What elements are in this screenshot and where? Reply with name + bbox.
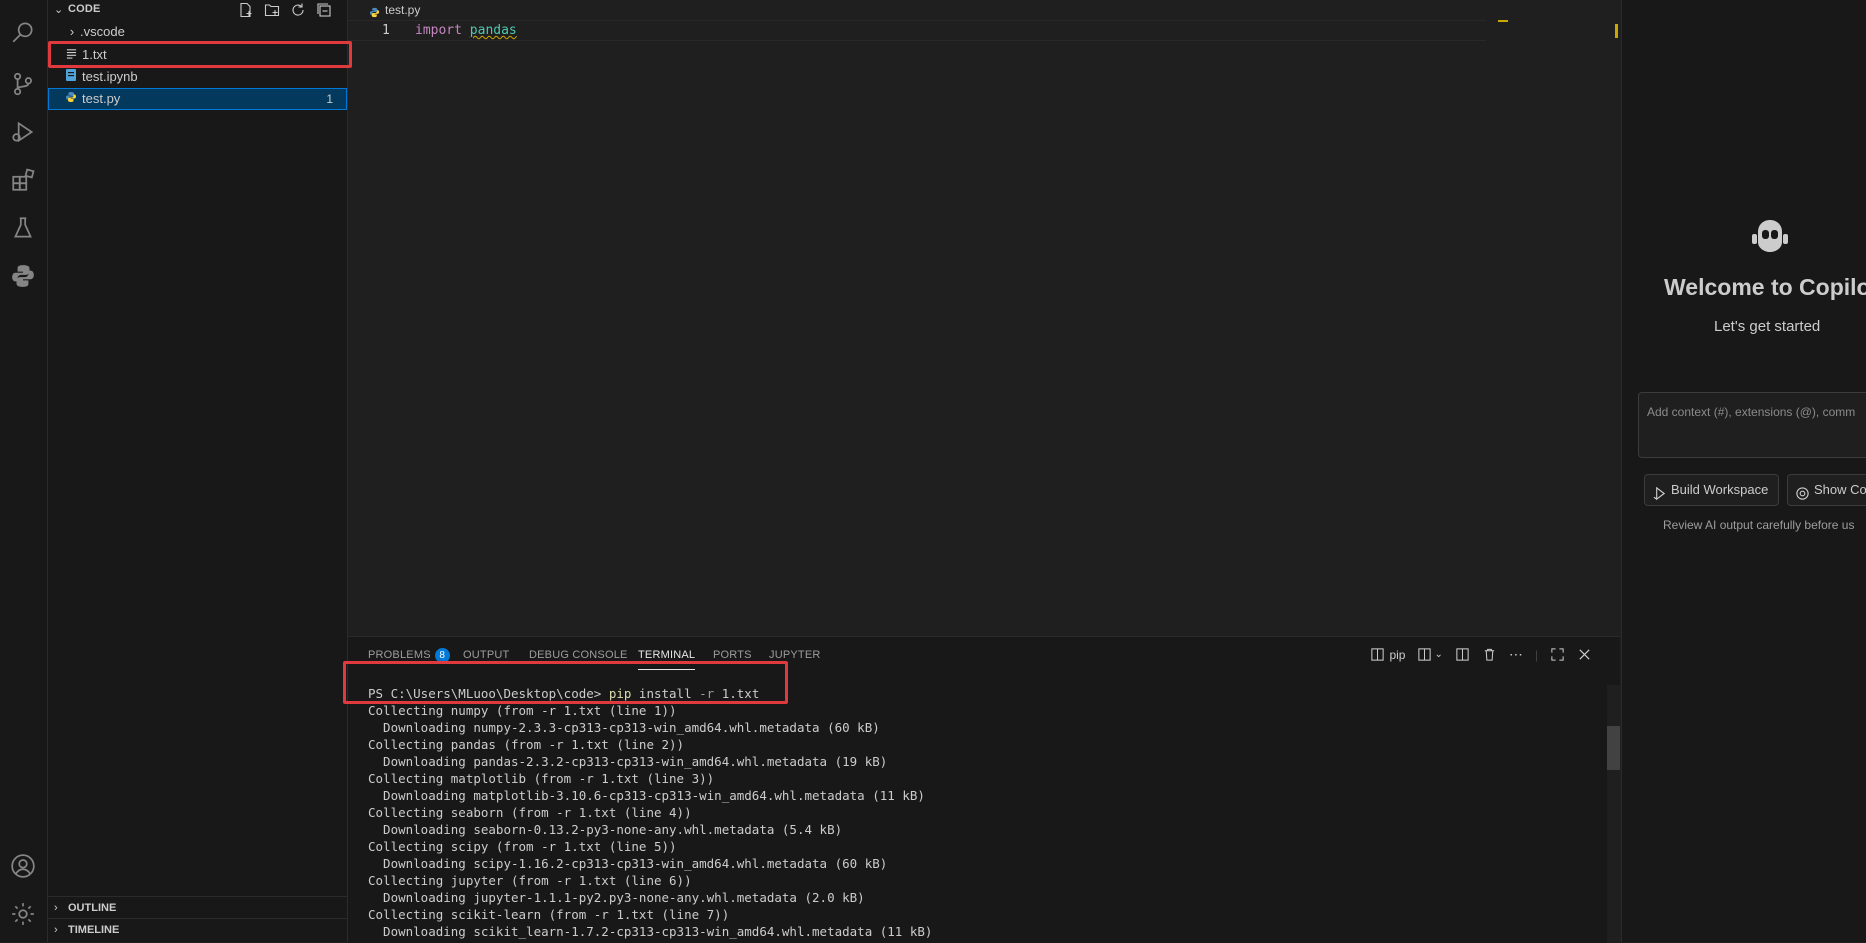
close-panel-button[interactable]: [1577, 647, 1592, 662]
explorer-header[interactable]: ⌄ CODE: [48, 0, 347, 20]
gear-icon: [1795, 482, 1810, 512]
terminal-icon: [1371, 648, 1385, 661]
editor-area: test.py 1 import pandas: [348, 0, 1620, 636]
build-icon: [1652, 482, 1667, 512]
tree-item-test-py[interactable]: test.py 1: [48, 88, 347, 110]
module-token: pandas: [469, 23, 517, 38]
terminal-selector[interactable]: pip: [1370, 647, 1405, 662]
timeline-section[interactable]: › TIMELINE: [48, 918, 347, 941]
terminal-line: Downloading seaborn-0.13.2-py3-none-any.…: [368, 822, 843, 837]
problems-count-badge: 1: [326, 92, 333, 106]
explorer-sidebar: ⌄ CODE › .vscode 1.txt test.ipynb test.p…: [48, 0, 348, 942]
close-icon: [1579, 649, 1590, 660]
kill-terminal-button[interactable]: [1482, 647, 1497, 662]
more-actions-button[interactable]: ⋯: [1509, 646, 1523, 663]
terminal-line: Collecting seaborn (from -r 1.txt (line …: [368, 805, 692, 820]
tree-item-test-ipynb[interactable]: test.ipynb: [48, 66, 347, 88]
editor-scrollbar[interactable]: [1606, 20, 1620, 636]
python-icon[interactable]: [9, 262, 37, 290]
tree-item-label: .vscode: [80, 24, 125, 39]
toolbar-divider: |: [1534, 647, 1538, 662]
terminal-scrollbar[interactable]: [1607, 685, 1620, 943]
extensions-icon[interactable]: [9, 166, 37, 194]
tree-item-vscode[interactable]: › .vscode: [48, 21, 347, 43]
maximize-panel-button[interactable]: [1550, 647, 1565, 662]
new-terminal-dropdown[interactable]: ⌄: [1417, 647, 1443, 662]
ellipsis-icon: ⋯: [1508, 646, 1523, 662]
build-workspace-button[interactable]: Build Workspace: [1644, 474, 1780, 506]
tree-item-label: test.ipynb: [82, 69, 138, 84]
breadcrumb-test-py[interactable]: test.py: [348, 0, 420, 20]
notebook-file-icon: [64, 66, 78, 88]
copilot-chat-panel: Welcome to Copilo Let's get started Add …: [1621, 0, 1866, 942]
testing-icon[interactable]: [9, 214, 37, 242]
tree-item-label: test.py: [82, 91, 121, 106]
new-file-icon[interactable]: [237, 1, 255, 19]
chat-input[interactable]: Add context (#), extensions (@), comm: [1638, 392, 1866, 458]
chevron-down-icon: ⌄: [54, 4, 64, 16]
trash-icon: [1484, 648, 1495, 661]
tab-label: PROBLEMS: [368, 649, 431, 661]
chip-label: Show Co: [1814, 482, 1866, 497]
code-line-1[interactable]: 1 import pandas: [348, 20, 1486, 41]
python-file-icon: [64, 88, 78, 110]
terminal-line: Downloading matplotlib-3.10.6-cp313-cp31…: [368, 788, 925, 803]
line-number: 1: [382, 23, 390, 38]
warning-marker: [1498, 20, 1508, 22]
chip-label: Build Workspace: [1671, 482, 1769, 497]
chat-subtitle: Let's get started: [1714, 318, 1821, 335]
code-text: import pandas: [415, 21, 517, 40]
terminal-line: Downloading numpy-2.3.3-cp313-cp313-win_…: [368, 720, 880, 735]
keyword-token: import: [415, 23, 462, 38]
explorer-toolbar: [237, 1, 333, 19]
section-label: TIMELINE: [68, 924, 120, 936]
split-layout-icon: [1418, 648, 1432, 661]
run-debug-icon[interactable]: [9, 118, 37, 146]
terminal-name: pip: [1389, 647, 1406, 662]
terminal-line: Downloading scikit_learn-1.7.2-cp313-cp3…: [368, 924, 933, 939]
new-folder-icon[interactable]: [263, 1, 281, 19]
outline-section[interactable]: › OUTLINE: [48, 896, 347, 919]
terminal-output[interactable]: PS C:\Users\MLuoo\Desktop\code> pip inst…: [368, 685, 932, 940]
terminal-line: Downloading jupyter-1.1.1-py2.py3-none-a…: [368, 890, 865, 905]
refresh-icon[interactable]: [289, 1, 307, 19]
section-label: OUTLINE: [68, 902, 117, 914]
terminal-line: Collecting jupyter (from -r 1.txt (line …: [368, 873, 692, 888]
terminal-line: Collecting scikit-learn (from -r 1.txt (…: [368, 907, 730, 922]
terminal-line: Collecting matplotlib (from -r 1.txt (li…: [368, 771, 715, 786]
activity-bar: [0, 0, 48, 942]
source-control-icon[interactable]: [9, 70, 37, 98]
copilot-icon: [1750, 218, 1790, 257]
terminal-line: Downloading pandas-2.3.2-cp313-cp313-win…: [368, 754, 888, 769]
search-icon[interactable]: [9, 18, 37, 46]
account-icon[interactable]: [9, 852, 37, 880]
show-config-button[interactable]: Show Co: [1787, 474, 1866, 506]
annotation-box-pip-command: [343, 661, 788, 704]
split-icon: [1456, 648, 1469, 661]
annotation-box-1-txt: [48, 41, 352, 68]
chat-disclaimer: Review AI output carefully before us: [1663, 518, 1855, 532]
scrollbar-thumb[interactable]: [1607, 726, 1620, 770]
chevron-right-icon: ›: [54, 924, 58, 936]
terminal-line: Collecting numpy (from -r 1.txt (line 1)…: [368, 703, 677, 718]
panel-toolbar: pip ⌄ ⋯ |: [1370, 646, 1592, 663]
split-terminal-button[interactable]: [1455, 647, 1470, 662]
chevron-right-icon: ›: [69, 24, 75, 39]
settings-gear-icon[interactable]: [9, 900, 37, 928]
scroll-warning-tick: [1615, 24, 1618, 38]
chevron-down-icon: ⌄: [1434, 649, 1443, 660]
terminal-line: Downloading scipy-1.16.2-cp313-cp313-win…: [368, 856, 888, 871]
chat-input-placeholder: Add context (#), extensions (@), comm: [1647, 405, 1856, 419]
chevron-right-icon: ›: [54, 902, 58, 914]
terminal-line: Collecting scipy (from -r 1.txt (line 5)…: [368, 839, 677, 854]
chat-welcome-title: Welcome to Copilo: [1664, 274, 1866, 300]
maximize-icon: [1551, 648, 1564, 661]
collapse-all-icon[interactable]: [315, 1, 333, 19]
terminal-line: Collecting pandas (from -r 1.txt (line 2…: [368, 737, 685, 752]
explorer-title: CODE: [68, 3, 101, 15]
